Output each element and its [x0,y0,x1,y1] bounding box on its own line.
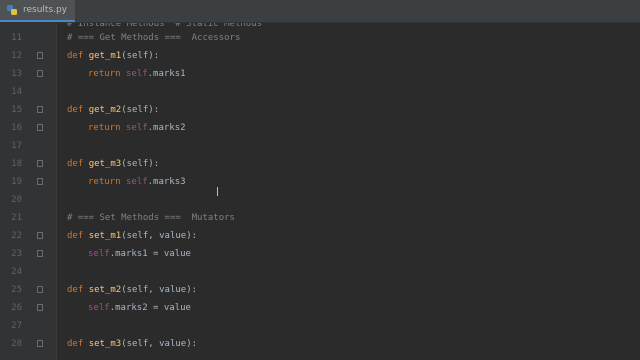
line-number: 21 [11,213,22,223]
code-line[interactable]: 12 def get_m1(self): [0,47,640,65]
text-caret [217,187,218,196]
keyword: def [67,105,84,115]
code-text: def get_m2(self): [67,101,159,119]
code-line[interactable]: 28 def set_m3(self, value): [0,335,640,353]
code-line[interactable]: 23 self.marks1 = value [0,245,640,263]
fold-marker-icon[interactable] [37,286,43,293]
keyword: def [67,285,84,295]
code-text: def set_m3(self, value): [67,335,197,353]
self-keyword: self [88,249,110,259]
code-line[interactable]: 25 def set_m2(self, value): [0,281,640,299]
line-number: 17 [11,141,22,151]
fold-marker-icon[interactable] [37,160,43,167]
fold-marker-icon[interactable] [37,70,43,77]
fold-marker-icon[interactable] [37,340,43,347]
code-text: return self.marks2 [88,119,186,137]
line-number: 11 [11,33,22,43]
line-number: 12 [11,51,22,61]
function-name: get_m2 [88,105,122,115]
editor-tab-bar: results.py [0,0,640,23]
code-line[interactable]: 26 self.marks2 = value [0,299,640,317]
code-text: return self.marks1 [88,65,186,83]
code-editor[interactable]: # Instance Methods # Static Methods 11 #… [0,23,640,360]
function-name: set_m1 [88,231,122,241]
fold-marker-icon[interactable] [37,178,43,185]
code-text: def set_m2(self, value): [67,281,197,299]
code-text: def get_m3(self): [67,155,159,173]
line-number: 24 [11,267,22,277]
function-name: get_m1 [88,51,122,61]
self-keyword: self [125,69,148,79]
line-number: 22 [11,231,22,241]
code-line[interactable]: 16 return self.marks2 [0,119,640,137]
function-args: (self, value): [121,339,198,349]
code-line[interactable]: 11 # === Get Methods === Accessors [0,29,640,47]
code-line[interactable]: 17 [0,137,640,155]
code-text: def get_m1(self): [67,47,159,65]
tab-label: results.py [23,5,68,15]
fold-marker-icon[interactable] [37,232,43,239]
attribute: .marks1 = value [109,249,191,259]
code-text: return self.marks3 [88,173,186,191]
code-text: self.marks2 = value [88,299,191,317]
function-args: (self): [121,105,160,115]
function-name: set_m3 [88,339,122,349]
python-file-icon [6,4,18,16]
line-number: 25 [11,285,22,295]
code-line[interactable]: 20 [0,191,640,209]
line-number: 26 [11,303,22,313]
function-args: (self): [121,159,160,169]
keyword: def [67,51,84,61]
code-text: def set_m1(self, value): [67,227,197,245]
fold-marker-icon[interactable] [37,106,43,113]
code-line[interactable]: 19 return self.marks3 [0,173,640,191]
line-number: 16 [11,123,22,133]
keyword: def [67,159,84,169]
code-line[interactable]: 24 [0,263,640,281]
code-line[interactable]: 14 [0,83,640,101]
code-line[interactable]: 27 [0,317,640,335]
keyword: return [88,69,121,79]
line-number: 28 [11,339,22,349]
self-keyword: self [125,177,148,187]
code-line[interactable]: 18 def get_m3(self): [0,155,640,173]
code-line[interactable]: 15 def get_m2(self): [0,101,640,119]
code-text: self.marks1 = value [88,245,191,263]
line-number: 14 [11,87,22,97]
keyword: return [88,123,121,133]
keyword: def [67,339,84,349]
line-number: 15 [11,105,22,115]
fold-marker-icon[interactable] [37,124,43,131]
code-line[interactable]: 21 # === Set Methods === Mutators [0,209,640,227]
attribute: .marks2 [147,123,186,133]
keyword: def [67,231,84,241]
self-keyword: self [88,303,110,313]
attribute: .marks1 [147,69,186,79]
function-args: (self, value): [121,285,198,295]
code-comment: # === Set Methods === Mutators [67,213,235,223]
line-number: 27 [11,321,22,331]
function-name: set_m2 [88,285,122,295]
code-comment: # === Get Methods === Accessors [67,33,241,43]
function-name: get_m3 [88,159,122,169]
line-number: 13 [11,69,22,79]
fold-marker-icon[interactable] [37,52,43,59]
fold-marker-icon[interactable] [37,250,43,257]
fold-marker-icon[interactable] [37,304,43,311]
line-number: 23 [11,249,22,259]
self-keyword: self [125,123,148,133]
attribute: .marks2 = value [109,303,191,313]
attribute: .marks3 [147,177,186,187]
keyword: return [88,177,121,187]
line-number: 20 [11,195,22,205]
line-number: 18 [11,159,22,169]
tab-results-py[interactable]: results.py [0,0,76,22]
code-line[interactable]: 22 def set_m1(self, value): [0,227,640,245]
function-args: (self, value): [121,231,198,241]
function-args: (self): [121,51,160,61]
code-line[interactable]: 13 return self.marks1 [0,65,640,83]
line-number: 19 [11,177,22,187]
